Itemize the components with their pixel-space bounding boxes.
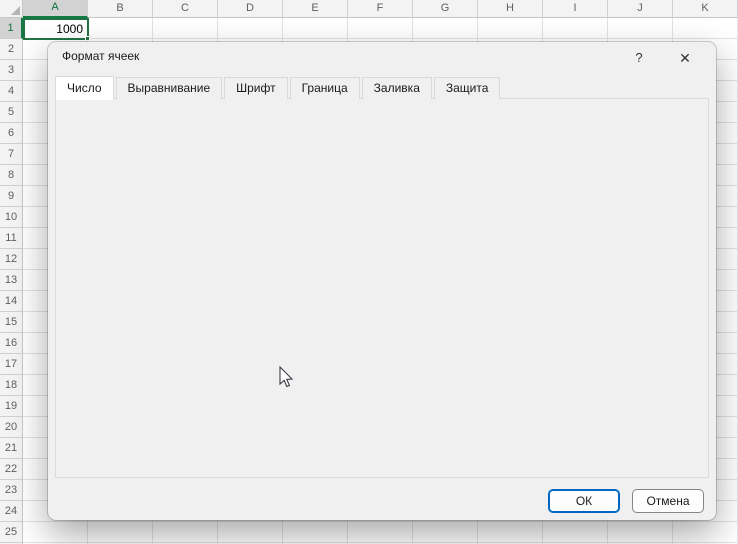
row-header-3[interactable]: 3 [0,60,23,81]
row-header-14[interactable]: 14 [0,291,23,312]
row-header-17[interactable]: 17 [0,354,23,375]
column-header-A[interactable]: A [23,0,88,18]
column-header-E[interactable]: E [283,0,348,18]
row-header-20[interactable]: 20 [0,417,23,438]
cell-A1-value: 1000 [56,22,83,36]
row-header-22[interactable]: 22 [0,459,23,480]
close-icon[interactable]: ✕ [672,47,698,69]
row-header-9[interactable]: 9 [0,186,23,207]
row-header-5[interactable]: 5 [0,102,23,123]
column-header-H[interactable]: H [478,0,543,18]
column-header-D[interactable]: D [218,0,283,18]
select-all-triangle-icon [11,6,20,15]
column-header-K[interactable]: K [673,0,738,18]
row-header-6[interactable]: 6 [0,123,23,144]
select-all-corner[interactable] [0,0,23,18]
mouse-cursor-icon [278,366,294,390]
tab-Выравнивание[interactable]: Выравнивание [116,77,223,99]
row-header-8[interactable]: 8 [0,165,23,186]
number-tab-page [55,98,709,478]
row-header-24[interactable]: 24 [0,501,23,522]
row-header-7[interactable]: 7 [0,144,23,165]
column-header-I[interactable]: I [543,0,608,18]
row-header-10[interactable]: 10 [0,207,23,228]
help-button[interactable]: ? [626,47,652,69]
dialog-title: Формат ячеек [62,49,139,63]
row-header-23[interactable]: 23 [0,480,23,501]
row-header-11[interactable]: 11 [0,228,23,249]
row-header-16[interactable]: 16 [0,333,23,354]
column-header-C[interactable]: C [153,0,218,18]
row-header-12[interactable]: 12 [0,249,23,270]
row-header-13[interactable]: 13 [0,270,23,291]
row-header-19[interactable]: 19 [0,396,23,417]
column-header-J[interactable]: J [608,0,673,18]
row-header-21[interactable]: 21 [0,438,23,459]
cell-A1[interactable]: 1000 [23,18,89,40]
tab-Шрифт[interactable]: Шрифт [224,77,287,99]
row-headers: 1234567891011121314151617181920212223242… [0,18,23,544]
ok-button[interactable]: ОК [548,489,620,513]
format-cells-dialog: Формат ячеек ? ✕ ЧислоВыравниваниеШрифтГ… [48,42,716,520]
row-header-15[interactable]: 15 [0,312,23,333]
tab-Число[interactable]: Число [55,76,114,100]
tab-Заливка[interactable]: Заливка [362,77,432,99]
row-header-25[interactable]: 25 [0,522,23,543]
tab-Защита[interactable]: Защита [434,77,501,99]
column-header-B[interactable]: B [88,0,153,18]
dialog-tabs: ЧислоВыравниваниеШрифтГраницаЗаливкаЗащи… [55,77,502,99]
column-headers: ABCDEFGHIJK [23,0,738,18]
tab-Граница[interactable]: Граница [290,77,360,99]
fill-handle[interactable] [85,36,90,41]
cancel-button[interactable]: Отмена [632,489,704,513]
column-header-F[interactable]: F [348,0,413,18]
row-header-2[interactable]: 2 [0,39,23,60]
row-header-18[interactable]: 18 [0,375,23,396]
row-header-4[interactable]: 4 [0,81,23,102]
column-header-G[interactable]: G [413,0,478,18]
row-header-1[interactable]: 1 [0,18,23,39]
